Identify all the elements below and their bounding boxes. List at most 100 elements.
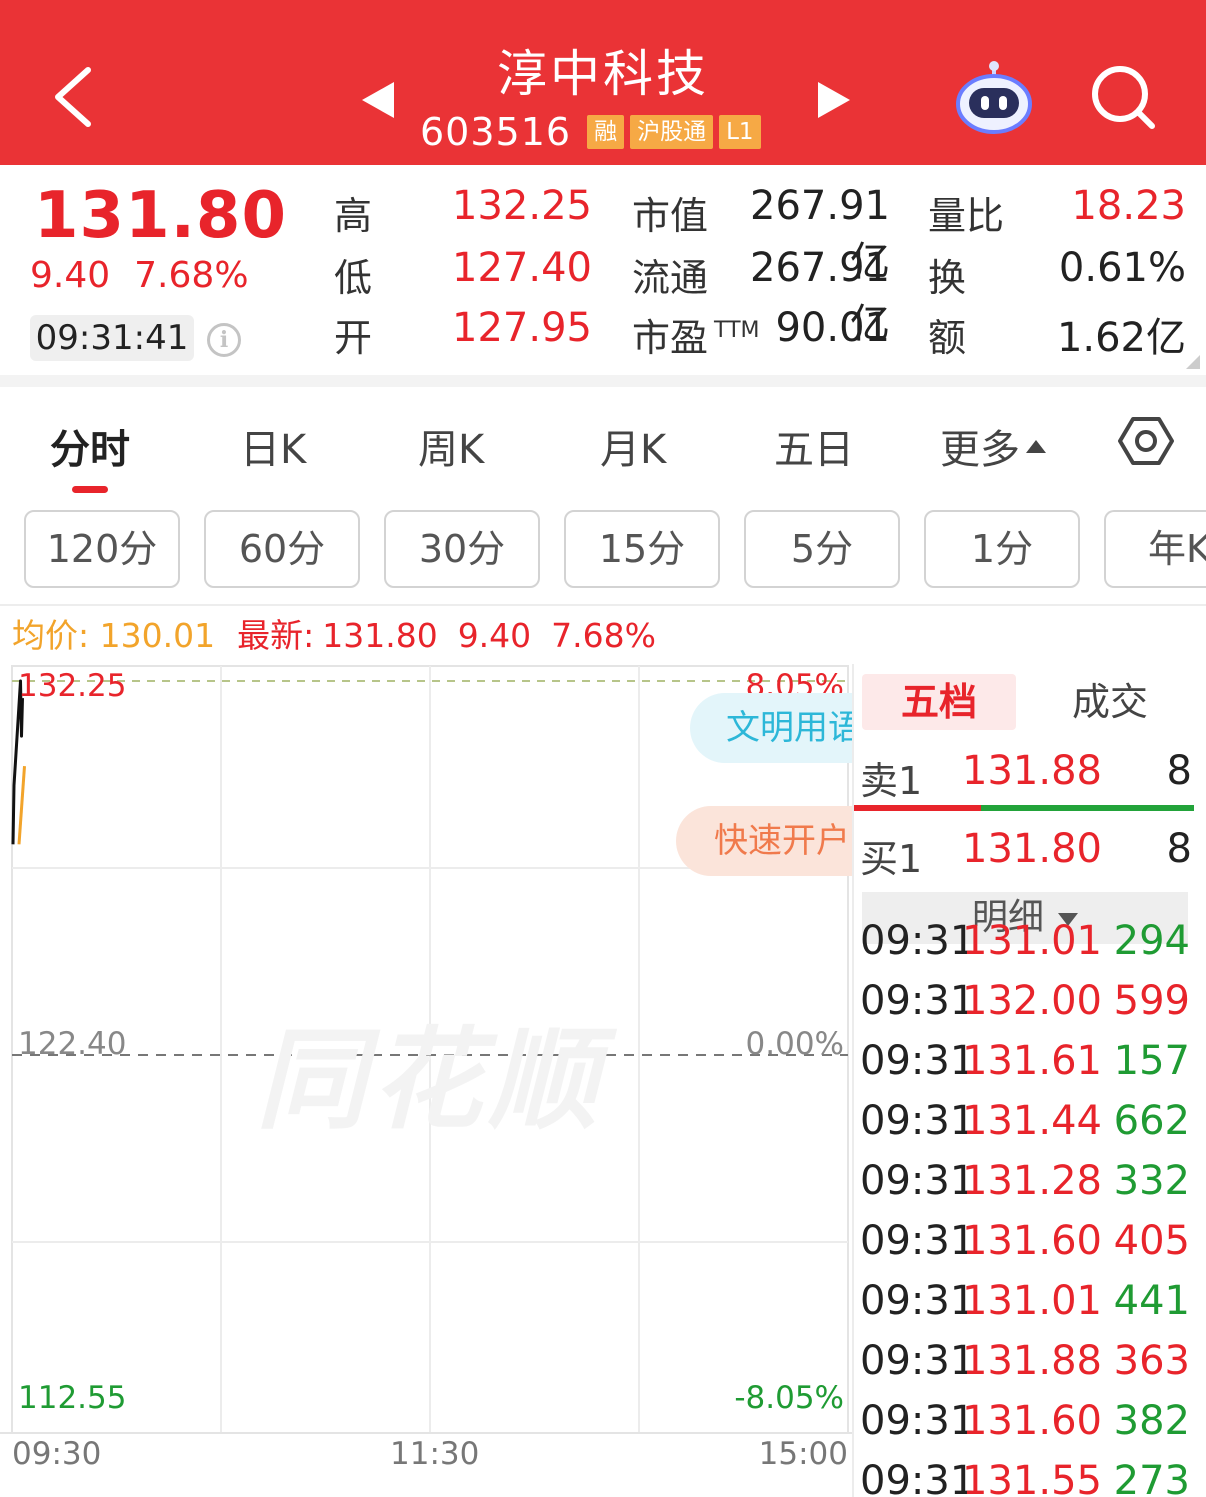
ask-ratio-segment [854, 805, 981, 811]
x-label-open: 09:30 [12, 1436, 102, 1472]
tab-five-levels[interactable]: 五档 [862, 674, 1016, 730]
tab-intraday[interactable]: 分时 [50, 417, 130, 475]
x-label-noon: 11:30 [390, 1436, 480, 1472]
pe-label: 市盈 TTM [632, 307, 760, 362]
search-icon[interactable] [1088, 62, 1158, 132]
mktcap-label: 市值 [632, 194, 709, 238]
low-label: 低 [334, 256, 373, 300]
expand-corner-icon[interactable] [1186, 355, 1200, 369]
open-value: 127.95 [452, 305, 592, 351]
section-divider [0, 375, 1206, 387]
sell1-price: 131.88 [962, 748, 1102, 794]
quick-account-pill[interactable]: 快速开户 [676, 806, 866, 876]
civil-language-pill[interactable]: 文明用语 [690, 693, 870, 763]
legend-avg-value: 130.01 [99, 616, 216, 655]
y-bottom-label: 112.55 [18, 1380, 127, 1416]
tick-row: 09:31 131.60 382 [860, 1398, 1194, 1458]
tick-row: 09:31 131.01 294 [860, 918, 1194, 978]
stock-code-row: 603516 融 沪股通 L1 [420, 110, 761, 154]
last-price: 131.80 [34, 179, 287, 253]
legend-avg: 均价: 130.01 [12, 616, 215, 655]
low-value: 127.40 [452, 245, 592, 291]
legend-latest-change: 9.40 [457, 616, 532, 655]
y-top-label: 132.25 [18, 668, 127, 704]
order-book-panel: 五档 成交 卖1 131.88 8 买1 131.80 8 明细 09:31 13… [852, 664, 1194, 1497]
tick-time: 09:31 [860, 1218, 976, 1264]
tick-time: 09:31 [860, 1278, 976, 1324]
legend-avg-label: 均价: [12, 616, 90, 655]
buy1-volume: 8 [1166, 826, 1192, 872]
vol-ratio-value: 18.23 [1071, 183, 1186, 229]
tick-volume: 157 [1113, 1038, 1190, 1084]
tab-weekly-k[interactable]: 周K [418, 417, 484, 475]
tag-connect: 沪股通 [630, 115, 714, 149]
tick-volume: 441 [1113, 1278, 1190, 1324]
sell1-volume: 8 [1166, 748, 1192, 794]
chip-15min[interactable]: 15分 [564, 510, 720, 588]
chip-30min[interactable]: 30分 [384, 510, 540, 588]
robot-assistant-icon[interactable] [954, 60, 1034, 134]
tick-row: 09:31 131.60 405 [860, 1218, 1194, 1278]
tick-price: 131.44 [962, 1098, 1102, 1144]
legend-latest: 最新: 131.80 9.40 7.68% [237, 616, 676, 655]
y-mid-label: 122.40 [18, 1026, 127, 1062]
legend-latest-pct: 7.68% [551, 616, 657, 655]
tick-volume: 294 [1113, 918, 1190, 964]
tick-volume: 405 [1113, 1218, 1190, 1264]
next-stock-icon[interactable] [816, 80, 852, 124]
tick-price: 131.60 [962, 1398, 1102, 1444]
tab-five-day[interactable]: 五日 [774, 417, 854, 475]
stock-code: 603516 [420, 110, 572, 154]
high-value: 132.25 [452, 183, 592, 229]
open-label: 开 [334, 316, 373, 360]
chart-legend: 均价: 130.01 最新: 131.80 9.40 7.68% [12, 614, 676, 658]
tick-volume: 363 [1113, 1338, 1190, 1384]
tab-monthly-k[interactable]: 月K [600, 417, 666, 475]
float-label: 流通 [632, 256, 709, 300]
tab-more[interactable]: 更多 [940, 417, 1046, 475]
buy1-row: 买1 131.80 8 [860, 820, 1194, 881]
chip-120min[interactable]: 120分 [24, 510, 180, 588]
tick-time: 09:31 [860, 1338, 976, 1384]
tab-more-label: 更多 [940, 427, 1020, 473]
tick-row: 09:31 131.28 332 [860, 1158, 1194, 1218]
watermark: 同花顺 [256, 1016, 604, 1144]
tick-time: 09:31 [860, 1398, 976, 1444]
tick-time: 09:31 [860, 918, 976, 964]
tick-price: 131.55 [962, 1458, 1102, 1497]
stock-name: 淳中科技 [497, 45, 709, 103]
tick-volume: 273 [1113, 1458, 1190, 1497]
tick-price: 131.61 [962, 1038, 1102, 1084]
pct-mid-label: 0.00% [745, 1026, 844, 1062]
quote-time: 09:31:41 [30, 315, 194, 361]
quote-panel: 131.80 9.40 7.68% 09:31:41 i 高 132.25 低 1… [0, 165, 1206, 375]
tick-row: 09:31 131.61 157 [860, 1038, 1194, 1098]
tab-daily-k[interactable]: 日K [240, 417, 306, 475]
info-icon[interactable]: i [207, 323, 241, 357]
chip-60min[interactable]: 60分 [204, 510, 360, 588]
prev-stock-icon[interactable] [360, 80, 396, 124]
active-tab-indicator [72, 486, 108, 493]
tick-volume: 332 [1113, 1158, 1190, 1204]
tag-level1: L1 [719, 115, 761, 149]
chip-5min[interactable]: 5分 [744, 510, 900, 588]
sell1-label: 卖1 [860, 759, 923, 803]
tick-time: 09:31 [860, 1158, 976, 1204]
tick-price: 131.01 [962, 1278, 1102, 1324]
bid-ask-ratio-bar [854, 805, 1194, 811]
chip-yearly-k[interactable]: 年K [1104, 510, 1206, 588]
tab-deals[interactable]: 成交 [1040, 674, 1180, 730]
price-change: 9.40 7.68% [30, 255, 273, 296]
app-header: 淳中科技 603516 融 沪股通 L1 [0, 0, 1206, 165]
sell1-row: 卖1 131.88 8 [860, 742, 1194, 803]
back-icon[interactable] [44, 62, 104, 132]
amount-label: 额 [928, 316, 967, 360]
tick-price: 131.88 [962, 1338, 1102, 1384]
chip-1min[interactable]: 1分 [924, 510, 1080, 588]
pe-ttm: TTM [714, 318, 760, 344]
buy1-price: 131.80 [962, 826, 1102, 872]
tick-price: 131.60 [962, 1218, 1102, 1264]
settings-hexagon-icon[interactable] [1118, 413, 1174, 469]
chips-divider [0, 604, 1206, 606]
tick-row: 09:31 132.00 599 [860, 978, 1194, 1038]
